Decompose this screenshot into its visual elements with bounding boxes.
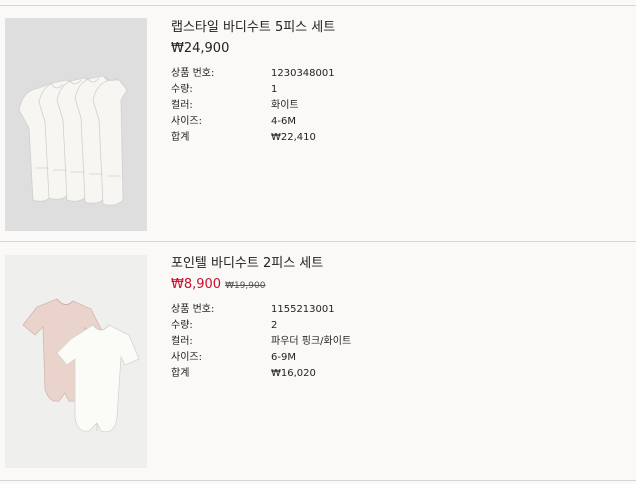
detail-value: 1155213001 (271, 304, 335, 315)
detail-value: ₩16,020 (271, 368, 316, 379)
order-item-list: 랩스타일 바디수트 5피스 세트 ₩24,900 상품 번호: 12303480… (0, 0, 636, 484)
product-name[interactable]: 랩스타일 바디수트 5피스 세트 (171, 19, 621, 36)
detail-label: 컬러: (171, 336, 193, 347)
price-row: ₩24,900 (171, 40, 621, 57)
detail-label: 컬러: (171, 100, 193, 111)
product-name[interactable]: 포인텔 바디수트 2피스 세트 (171, 255, 621, 272)
detail-value: ₩22,410 (271, 132, 316, 143)
detail-label: 사이즈: (171, 116, 202, 127)
price-row: ₩8,900 ₩19,900 (171, 276, 621, 293)
detail-row-article-number: 상품 번호: 1155213001 (171, 302, 621, 318)
original-price: ₩19,900 (225, 281, 266, 291)
detail-row-quantity: 수량: 2 (171, 318, 621, 334)
detail-row-quantity: 수량: 1 (171, 82, 621, 98)
detail-row-article-number: 상품 번호: 1230348001 (171, 66, 621, 82)
sale-price: ₩8,900 (171, 277, 222, 292)
detail-value: 6-9M (271, 352, 296, 363)
detail-value: 2 (271, 320, 278, 331)
detail-value: 4-6M (271, 116, 296, 127)
detail-value: 1 (271, 84, 278, 95)
detail-label: 상품 번호: (171, 304, 215, 315)
product-price: ₩24,900 (171, 41, 230, 56)
detail-row-size: 사이즈: 4-6M (171, 114, 621, 130)
detail-label: 합계 (171, 368, 190, 379)
detail-row-total: 합계 ₩16,020 (171, 366, 621, 382)
detail-value: 파우더 핑크/화이트 (271, 336, 352, 347)
product-details: 상품 번호: 1230348001 수량: 1 컬러: 화이트 사이즈: 4-6… (171, 66, 621, 146)
white-bodysuits-stack-image (5, 18, 147, 231)
product-info: 랩스타일 바디수트 5피스 세트 ₩24,900 상품 번호: 12303480… (171, 19, 621, 146)
divider (0, 480, 636, 481)
order-item: 포인텔 바디수트 2피스 세트 ₩8,900 ₩19,900 상품 번호: 115… (0, 242, 636, 480)
detail-row-color: 컬러: 화이트 (171, 98, 621, 114)
detail-label: 수량: (171, 320, 193, 331)
pink-and-white-bodysuits-image (5, 255, 147, 468)
order-item: 랩스타일 바디수트 5피스 세트 ₩24,900 상품 번호: 12303480… (0, 6, 636, 241)
detail-label: 수량: (171, 84, 193, 95)
detail-row-color: 컬러: 파우더 핑크/화이트 (171, 334, 621, 350)
product-details: 상품 번호: 1155213001 수량: 2 컬러: 파우더 핑크/화이트 사… (171, 302, 621, 382)
detail-label: 사이즈: (171, 352, 202, 363)
product-image[interactable] (5, 18, 147, 231)
detail-value: 화이트 (271, 100, 299, 111)
detail-label: 상품 번호: (171, 68, 215, 79)
detail-row-size: 사이즈: 6-9M (171, 350, 621, 366)
product-image[interactable] (5, 255, 147, 468)
product-info: 포인텔 바디수트 2피스 세트 ₩8,900 ₩19,900 상품 번호: 115… (171, 255, 621, 382)
detail-value: 1230348001 (271, 68, 335, 79)
detail-label: 합계 (171, 132, 190, 143)
detail-row-total: 합계 ₩22,410 (171, 130, 621, 146)
